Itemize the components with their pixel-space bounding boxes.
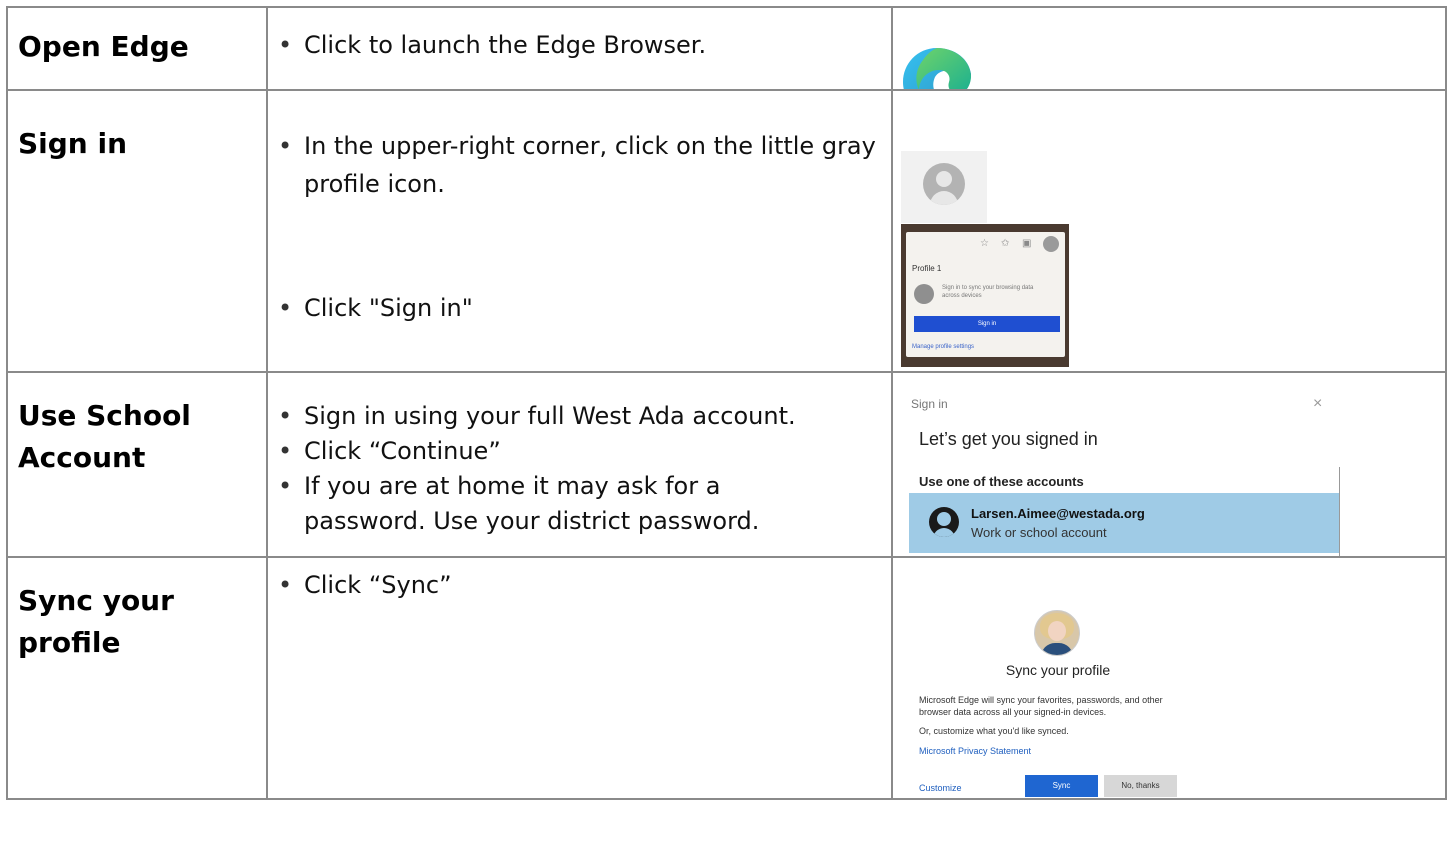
signin-subheading: Use one of these accounts — [919, 474, 1084, 489]
profile-icon-screenshot — [901, 151, 987, 223]
account-email: Larsen.Aimee@westada.org — [971, 506, 1145, 521]
privacy-statement-link[interactable]: Microsoft Privacy Statement — [919, 746, 1031, 756]
step-instructions-cell: Click to launch the Edge Browser. — [266, 6, 893, 91]
signin-dialog-title: Sign in — [911, 397, 948, 411]
step-title: Open Edge — [18, 30, 189, 63]
account-type: Work or school account — [971, 525, 1107, 540]
step-title-cell: Use School Account — [6, 371, 268, 558]
step-title-cell: Open Edge — [6, 6, 268, 91]
instruction-item: Sign in using your full West Ada account… — [278, 399, 891, 434]
sync-heading: Sync your profile — [1005, 662, 1111, 678]
no-thanks-button[interactable]: No, thanks — [1104, 775, 1177, 797]
instruction-item: Click to launch the Edge Browser. — [278, 26, 891, 64]
profile-icon — [923, 163, 965, 205]
table-row: Sync your profile Click “Sync” Sync your… — [6, 556, 1447, 800]
step-title-cell: Sign in — [6, 89, 268, 373]
instruction-item: If you are at home it may ask for a pass… — [278, 469, 834, 539]
sign-in-button[interactable]: Sign in — [914, 316, 1060, 332]
profile-label: Profile 1 — [912, 264, 942, 273]
instruction-item: Click "Sign in" — [278, 289, 891, 327]
step-title-cell: Sync your profile — [6, 556, 268, 800]
popup-text: Sign in to sync your browsing data acros… — [942, 285, 1034, 299]
account-option[interactable]: Larsen.Aimee@westada.org Work or school … — [909, 493, 1339, 553]
signin-heading: Let’s get you signed in — [919, 429, 1098, 449]
table-row: Use School Account Sign in using your fu… — [6, 371, 1447, 558]
step-title: Sign in — [18, 127, 128, 160]
table-row: Open Edge Click to launch the Edge Brows… — [6, 6, 1447, 91]
step-image-cell — [891, 6, 1447, 91]
profile-popup-photo: ☆ ✩ ▣ Profile 1 Sign in to sync your bro… — [901, 224, 1069, 367]
instruction-item: Click “Continue” — [278, 434, 891, 469]
profile-photo — [1034, 610, 1080, 656]
divider — [1339, 467, 1340, 555]
sync-customize-text: Or, customize what you'd like synced. — [919, 726, 1069, 736]
step-image-cell: Sign in × Let’s get you signed in Use on… — [891, 371, 1447, 558]
sync-button[interactable]: Sync — [1025, 775, 1098, 797]
step-title: Sync your profile — [18, 584, 174, 659]
manage-profile-link[interactable]: Manage profile settings — [912, 344, 974, 350]
close-icon[interactable]: × — [1313, 395, 1322, 413]
edge-logo-icon — [903, 48, 971, 88]
collections-icon: ▣ — [1022, 238, 1032, 249]
step-image-cell: Sync your profile Microsoft Edge will sy… — [891, 556, 1447, 800]
step-title: Use School Account — [18, 399, 191, 474]
instructions-table: Open Edge Click to launch the Edge Brows… — [6, 6, 1447, 800]
step-instructions-cell: Sign in using your full West Ada account… — [266, 371, 893, 558]
step-instructions-cell: Click “Sync” — [266, 556, 893, 800]
step-image-cell: ☆ ✩ ▣ Profile 1 Sign in to sync your bro… — [891, 89, 1447, 373]
avatar-icon — [914, 284, 934, 304]
favorites-icon: ✩ — [1001, 238, 1010, 249]
customize-link[interactable]: Customize — [919, 783, 962, 793]
step-instructions-cell: In the upper-right corner, click on the … — [266, 89, 893, 373]
table-row: Sign in In the upper-right corner, click… — [6, 89, 1447, 373]
avatar-icon — [1043, 236, 1059, 252]
star-icon: ☆ — [980, 238, 989, 249]
sync-description: Microsoft Edge will sync your favorites,… — [919, 695, 1163, 717]
instruction-item: Click “Sync” — [278, 566, 891, 604]
user-icon — [929, 507, 959, 537]
instruction-item: In the upper-right corner, click on the … — [278, 127, 891, 203]
